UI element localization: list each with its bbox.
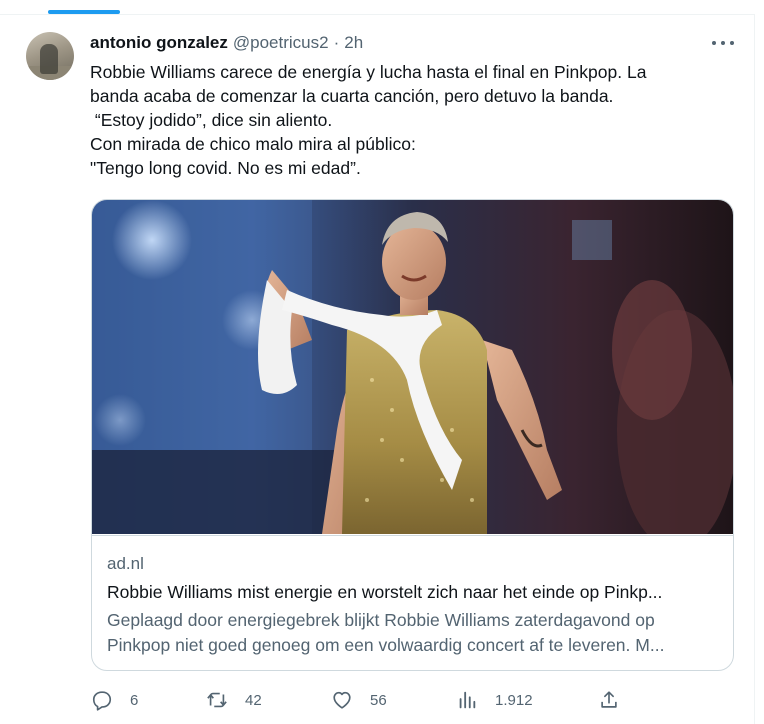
views-icon bbox=[459, 691, 476, 709]
reply-icon bbox=[92, 691, 112, 711]
like-button[interactable]: 56 bbox=[331, 686, 387, 714]
views-button[interactable]: 1.912 bbox=[456, 686, 533, 714]
author-handle[interactable]: @poetricus2 bbox=[233, 33, 329, 53]
share-button[interactable] bbox=[598, 686, 620, 714]
like-count: 56 bbox=[370, 691, 387, 709]
card-title: Robbie Williams mist energie en worstelt… bbox=[107, 582, 663, 602]
separator-dot: · bbox=[333, 33, 340, 52]
views-count: 1.912 bbox=[495, 691, 533, 709]
tweet-text-line: "Tengo long covid. No es mi edad”. bbox=[90, 158, 361, 178]
tweet-header: antonio gonzalez @poetricus2 · 2h bbox=[90, 32, 363, 54]
tweet-actions: 6 42 56 1.912 bbox=[90, 686, 730, 714]
tweet-text-line: Con mirada de chico malo mira al público… bbox=[90, 134, 416, 154]
card-description-line: Geplaagd door energiegebrek blijkt Robbi… bbox=[107, 610, 655, 630]
share-icon bbox=[601, 691, 617, 708]
link-preview-card[interactable]: ad.nl Robbie Williams mist energie en wo… bbox=[91, 199, 734, 671]
card-description: Geplaagd door energiegebrek blijkt Robbi… bbox=[107, 608, 719, 658]
tweet-text-line: banda acaba de comenzar la cuarta canció… bbox=[90, 86, 614, 106]
retweet-count: 42 bbox=[245, 691, 262, 709]
card-image[interactable] bbox=[92, 200, 733, 534]
card-description-line: Pinkpop niet goed genoeg om een volwaard… bbox=[107, 635, 665, 655]
ellipsis-icon[interactable] bbox=[712, 36, 734, 50]
retweet-icon bbox=[207, 692, 227, 708]
author-name[interactable]: antonio gonzalez bbox=[90, 33, 228, 53]
avatar-figure bbox=[40, 44, 58, 74]
card-photo-illustration bbox=[92, 200, 733, 534]
card-domain: ad.nl bbox=[107, 554, 144, 573]
tweet-text-line: Robbie Williams carece de energía y luch… bbox=[90, 62, 647, 82]
reply-count: 6 bbox=[130, 691, 139, 709]
tweet-text-line: “Estoy jodido”, dice sin aliento. bbox=[90, 110, 333, 130]
avatar[interactable] bbox=[26, 32, 74, 80]
heart-icon bbox=[333, 691, 351, 709]
card-meta[interactable]: ad.nl Robbie Williams mist energie en wo… bbox=[92, 535, 733, 670]
retweet-button[interactable]: 42 bbox=[206, 686, 262, 714]
reply-button[interactable]: 6 bbox=[91, 686, 138, 714]
tweet-text: Robbie Williams carece de energía y luch… bbox=[90, 60, 730, 180]
tweet-timestamp[interactable]: 2h bbox=[344, 33, 363, 53]
